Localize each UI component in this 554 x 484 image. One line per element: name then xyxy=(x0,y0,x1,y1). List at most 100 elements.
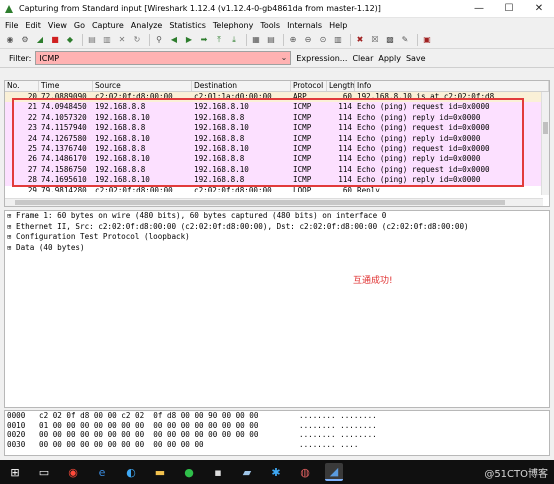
horizontal-scrollbar[interactable] xyxy=(5,198,543,206)
display-filters-icon[interactable]: ☒ xyxy=(369,34,381,46)
chevron-down-icon[interactable]: ⌄ xyxy=(281,53,288,62)
menu-analyze[interactable]: Analyze xyxy=(131,21,163,30)
column-source[interactable]: Source xyxy=(93,81,192,91)
restart-capture-icon[interactable]: ◆ xyxy=(64,34,76,46)
close-file-icon[interactable]: ✕ xyxy=(116,34,128,46)
expand-icon[interactable]: ⊞ xyxy=(7,211,16,222)
cell-dst: 192.168.8.10 xyxy=(194,143,249,153)
help-icon[interactable]: ▣ xyxy=(421,34,433,46)
menu-file[interactable]: File xyxy=(5,21,18,30)
cell-time: 74.1267580 xyxy=(41,133,87,143)
packet-row[interactable]: 22 74.1057320 192.168.8.10 192.168.8.8 ICMP 1… xyxy=(5,112,549,124)
go-last-icon[interactable]: ⤓ xyxy=(228,34,240,46)
browser-icon[interactable]: ◉ xyxy=(64,463,82,481)
detail-row[interactable]: ⊞ Configuration Test Protocol (loopback) xyxy=(5,232,549,243)
terminal-icon[interactable]: ▪ xyxy=(209,463,227,481)
star-app-icon[interactable]: ✱ xyxy=(267,463,285,481)
notes-icon[interactable]: ▰ xyxy=(238,463,256,481)
column-destination[interactable]: Destination xyxy=(192,81,291,91)
menu-internals[interactable]: Internals xyxy=(287,21,322,30)
media-icon[interactable]: ◍ xyxy=(296,463,314,481)
expand-icon[interactable]: ⊞ xyxy=(7,232,16,243)
save-button[interactable]: Save xyxy=(406,54,426,63)
packet-row[interactable]: 29 79.9814280 c2:02:0f:d8:00:00 c2:02:0f:d8… xyxy=(5,185,549,192)
menu-telephony[interactable]: Telephony xyxy=(213,21,253,30)
column-protocol[interactable]: Protocol xyxy=(291,81,327,91)
detail-row[interactable]: ⊞ Ethernet II, Src: c2:02:0f:d8:00:00 (c2… xyxy=(5,222,549,233)
stop-capture-icon[interactable]: ■ xyxy=(49,34,61,46)
menu-edit[interactable]: Edit xyxy=(25,21,41,30)
packet-row[interactable]: 24 74.1267580 192.168.8.10 192.168.8.8 ICMP 1… xyxy=(5,133,549,144)
go-forward-icon[interactable]: ▶ xyxy=(183,34,195,46)
cell-src: 192.168.8.10 xyxy=(95,133,150,143)
vertical-scrollbar[interactable] xyxy=(541,92,549,195)
edge-icon[interactable]: e xyxy=(93,463,111,481)
menu-tools[interactable]: Tools xyxy=(260,21,280,30)
open-file-icon[interactable]: ▤ xyxy=(86,34,98,46)
main-toolbar: ◉ ⚙ ◢ ■ ◆ ▤ ▥ ✕ ↻ ⚲ ◀ ▶ ➡ ⤒ ⤓ ▦ ▤ ⊕ ⊖ ⊙ … xyxy=(0,32,554,49)
wireshark-icon[interactable]: ◢ xyxy=(325,463,343,481)
cell-len: 60 xyxy=(342,185,352,192)
cell-time: 74.0948450 xyxy=(41,102,87,112)
cell-info: 192.168.8.10 is at c2:02:0f:d8 xyxy=(357,92,495,101)
menu-capture[interactable]: Capture xyxy=(92,21,124,30)
go-back-icon[interactable]: ◀ xyxy=(168,34,180,46)
packet-row[interactable]: 21 74.0948450 192.168.8.8 192.168.8.10 ICMP 1… xyxy=(5,102,549,113)
preferences-icon[interactable]: ✎ xyxy=(399,34,411,46)
close-button[interactable]: ✕ xyxy=(524,0,554,18)
packet-row[interactable]: 25 74.1376740 192.168.8.8 192.168.8.10 ICMP 1… xyxy=(5,143,549,155)
go-first-icon[interactable]: ⤒ xyxy=(213,34,225,46)
go-to-packet-icon[interactable]: ➡ xyxy=(198,34,210,46)
detail-row[interactable]: ⊞ Frame 1: 60 bytes on wire (480 bits), 6… xyxy=(5,211,549,222)
zoom-out-icon[interactable]: ⊖ xyxy=(302,34,314,46)
coloring-rules-icon[interactable]: ▩ xyxy=(384,34,396,46)
clear-button[interactable]: Clear xyxy=(352,54,373,63)
apply-button[interactable]: Apply xyxy=(378,54,401,63)
title-bar: Capturing from Standard input [Wireshark… xyxy=(0,0,554,18)
packet-row[interactable]: 27 74.1586750 192.168.8.8 192.168.8.10 ICMP 1… xyxy=(5,164,549,176)
menu-help[interactable]: Help xyxy=(329,21,347,30)
options-icon[interactable]: ⚙ xyxy=(19,34,31,46)
maximize-button[interactable]: ☐ xyxy=(494,0,524,18)
interfaces-icon[interactable]: ◉ xyxy=(4,34,16,46)
wechat-icon[interactable]: ● xyxy=(180,463,198,481)
capture-filters-icon[interactable]: ✖ xyxy=(354,34,366,46)
packet-row[interactable]: 28 74.1695610 192.168.8.10 192.168.8.8 ICMP 1… xyxy=(5,175,549,186)
column-info[interactable]: Info xyxy=(355,81,549,91)
detail-row[interactable]: ⊞ Data (40 bytes) xyxy=(5,243,549,254)
cell-no: 26 xyxy=(27,154,37,164)
filter-input[interactable]: ICMP ⌄ xyxy=(35,51,292,65)
folder-icon[interactable]: ▬ xyxy=(151,463,169,481)
find-packet-icon[interactable]: ⚲ xyxy=(153,34,165,46)
column-length[interactable]: Length xyxy=(327,81,355,91)
save-file-icon[interactable]: ▥ xyxy=(101,34,113,46)
column-time[interactable]: Time xyxy=(39,81,93,91)
cell-no: 27 xyxy=(27,164,37,174)
packet-row[interactable]: 23 74.1157940 192.168.8.8 192.168.8.10 ICMP 1… xyxy=(5,123,549,134)
menu-view[interactable]: View xyxy=(48,21,67,30)
search-app-icon[interactable]: ◐ xyxy=(122,463,140,481)
start-capture-icon[interactable]: ◢ xyxy=(34,34,46,46)
cell-len: 114 xyxy=(338,112,352,122)
start-icon[interactable]: ⊞ xyxy=(6,463,24,481)
expand-icon[interactable]: ⊞ xyxy=(7,222,16,233)
resize-columns-icon[interactable]: ▥ xyxy=(332,34,344,46)
cell-proto: ICMP xyxy=(293,154,312,164)
reload-icon[interactable]: ↻ xyxy=(131,34,143,46)
packet-row[interactable]: 20 72.0889090 c2:02:0f:d8:00:00 c2:01:1a:d0… xyxy=(5,92,549,103)
cell-proto: ARP xyxy=(293,92,307,101)
packet-row[interactable]: 26 74.1486170 192.168.8.10 192.168.8.8 ICMP 1… xyxy=(5,154,549,165)
task-view-icon[interactable]: ▭ xyxy=(35,463,53,481)
menu-statistics[interactable]: Statistics xyxy=(169,21,206,30)
column-no[interactable]: No. xyxy=(5,81,39,91)
cell-len: 114 xyxy=(338,102,352,112)
expression-button[interactable]: Expression... xyxy=(296,54,347,63)
zoom-in-icon[interactable]: ⊕ xyxy=(287,34,299,46)
zoom-normal-icon[interactable]: ⊙ xyxy=(317,34,329,46)
cell-dst: c2:02:0f:d8:00:00 xyxy=(194,185,272,192)
minimize-button[interactable]: — xyxy=(464,0,494,18)
expand-icon[interactable]: ⊞ xyxy=(7,243,16,254)
colorize-icon[interactable]: ▦ xyxy=(250,34,262,46)
menu-go[interactable]: Go xyxy=(74,21,85,30)
autoscroll-icon[interactable]: ▤ xyxy=(265,34,277,46)
